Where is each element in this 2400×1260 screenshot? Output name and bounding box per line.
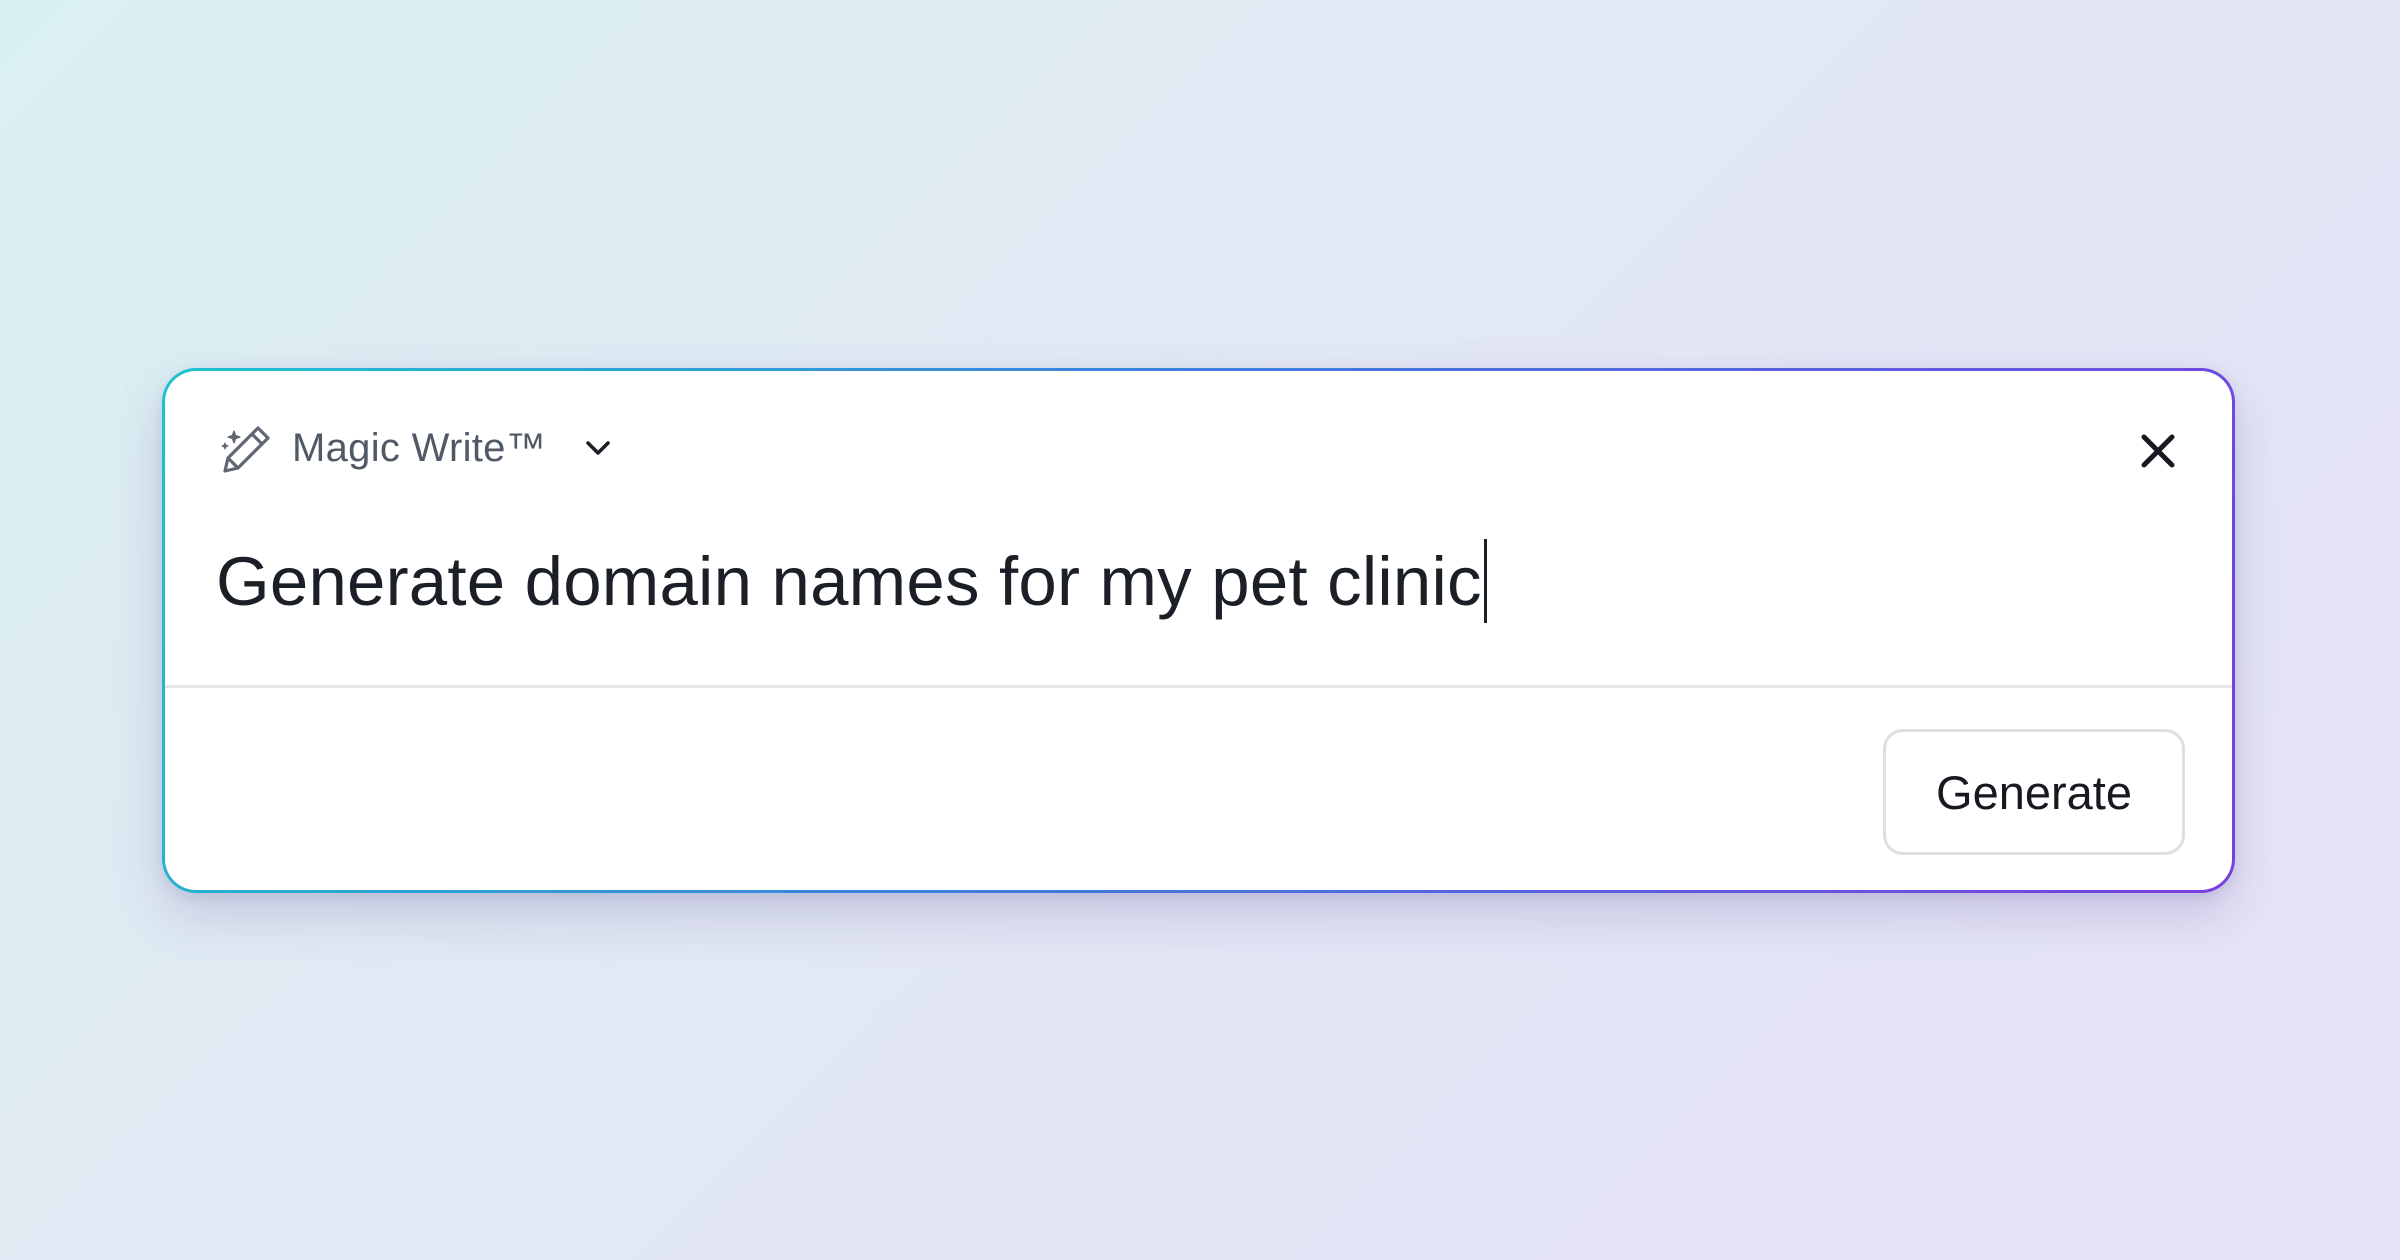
generate-button[interactable]: Generate [1883, 729, 2185, 855]
mode-label[interactable]: Magic Write™ [292, 426, 546, 471]
prompt-input[interactable]: Generate domain names for my pet clinic [216, 536, 2181, 626]
panel-header: Magic Write™ [216, 418, 620, 478]
chevron-down-icon[interactable] [576, 426, 620, 470]
magic-write-panel: Magic Write™ Generate domain names for m… [162, 368, 2235, 893]
divider [165, 685, 2232, 688]
magic-pencil-sparkle-icon [216, 419, 274, 477]
magic-write-panel-body: Magic Write™ Generate domain names for m… [165, 371, 2232, 890]
close-icon [2141, 434, 2175, 468]
text-caret [1483, 539, 1487, 623]
prompt-text[interactable]: Generate domain names for my pet clinic [216, 542, 1482, 621]
close-button[interactable] [2130, 423, 2186, 479]
